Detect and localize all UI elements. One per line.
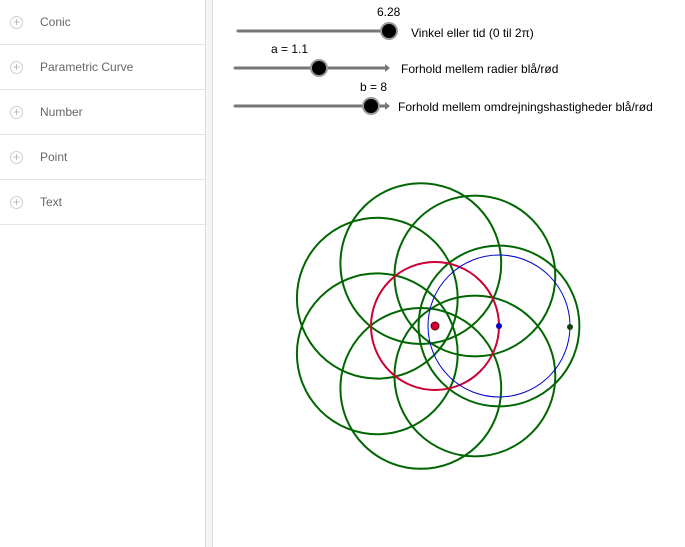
slider-caption: Vinkel eller tid (0 til 2π) [411,26,534,40]
algebra-category-label: Conic [40,15,71,29]
algebra-category-label: Point [40,150,68,164]
algebra-view: + Conic + Parametric Curve + Number + Po… [0,0,205,547]
algebra-category-number[interactable]: + Number [0,90,205,135]
center-point-blue[interactable] [496,323,502,329]
slider-knob[interactable] [310,59,328,77]
slider-angle[interactable]: 6.28 Vinkel eller tid (0 til 2π) [236,5,534,40]
algebra-category-conic[interactable]: + Conic [0,0,205,45]
expand-plus-icon[interactable]: + [10,61,23,74]
pane-divider[interactable] [205,0,213,547]
tracer-point[interactable] [567,324,573,330]
slider-value-label: a = 1.1 [271,42,308,56]
center-point-red[interactable] [430,321,440,331]
slider-value-label: b = 8 [360,80,387,94]
graphics-canvas[interactable]: 6.28 Vinkel eller tid (0 til 2π) a = 1.1… [213,0,685,547]
slider-a[interactable]: a = 1.1 Forhold mellem radier blå/rød [233,42,558,77]
expand-plus-icon[interactable]: + [10,196,23,209]
slider-knob[interactable] [380,22,398,40]
algebra-category-point[interactable]: + Point [0,135,205,180]
expand-plus-icon[interactable]: + [10,106,23,119]
algebra-category-label: Text [40,195,63,209]
expand-plus-icon[interactable]: + [10,151,23,164]
algebra-category-text[interactable]: + Text [0,180,205,225]
slider-arrow-icon [385,64,390,72]
expand-plus-icon[interactable]: + [10,16,23,29]
algebra-category-label: Number [40,105,83,119]
graphics-view[interactable]: 6.28 Vinkel eller tid (0 til 2π) a = 1.1… [213,0,685,547]
algebra-category-parametric-curve[interactable]: + Parametric Curve [0,45,205,90]
slider-caption: Forhold mellem omdrejningshastigheder bl… [398,100,653,114]
slider-b[interactable]: b = 8 Forhold mellem omdrejningshastighe… [233,80,653,115]
slider-knob[interactable] [362,97,380,115]
algebra-category-label: Parametric Curve [40,60,134,74]
slider-arrow-icon [385,102,390,110]
slider-value-label: 6.28 [377,5,401,19]
slider-caption: Forhold mellem radier blå/rød [401,62,558,76]
